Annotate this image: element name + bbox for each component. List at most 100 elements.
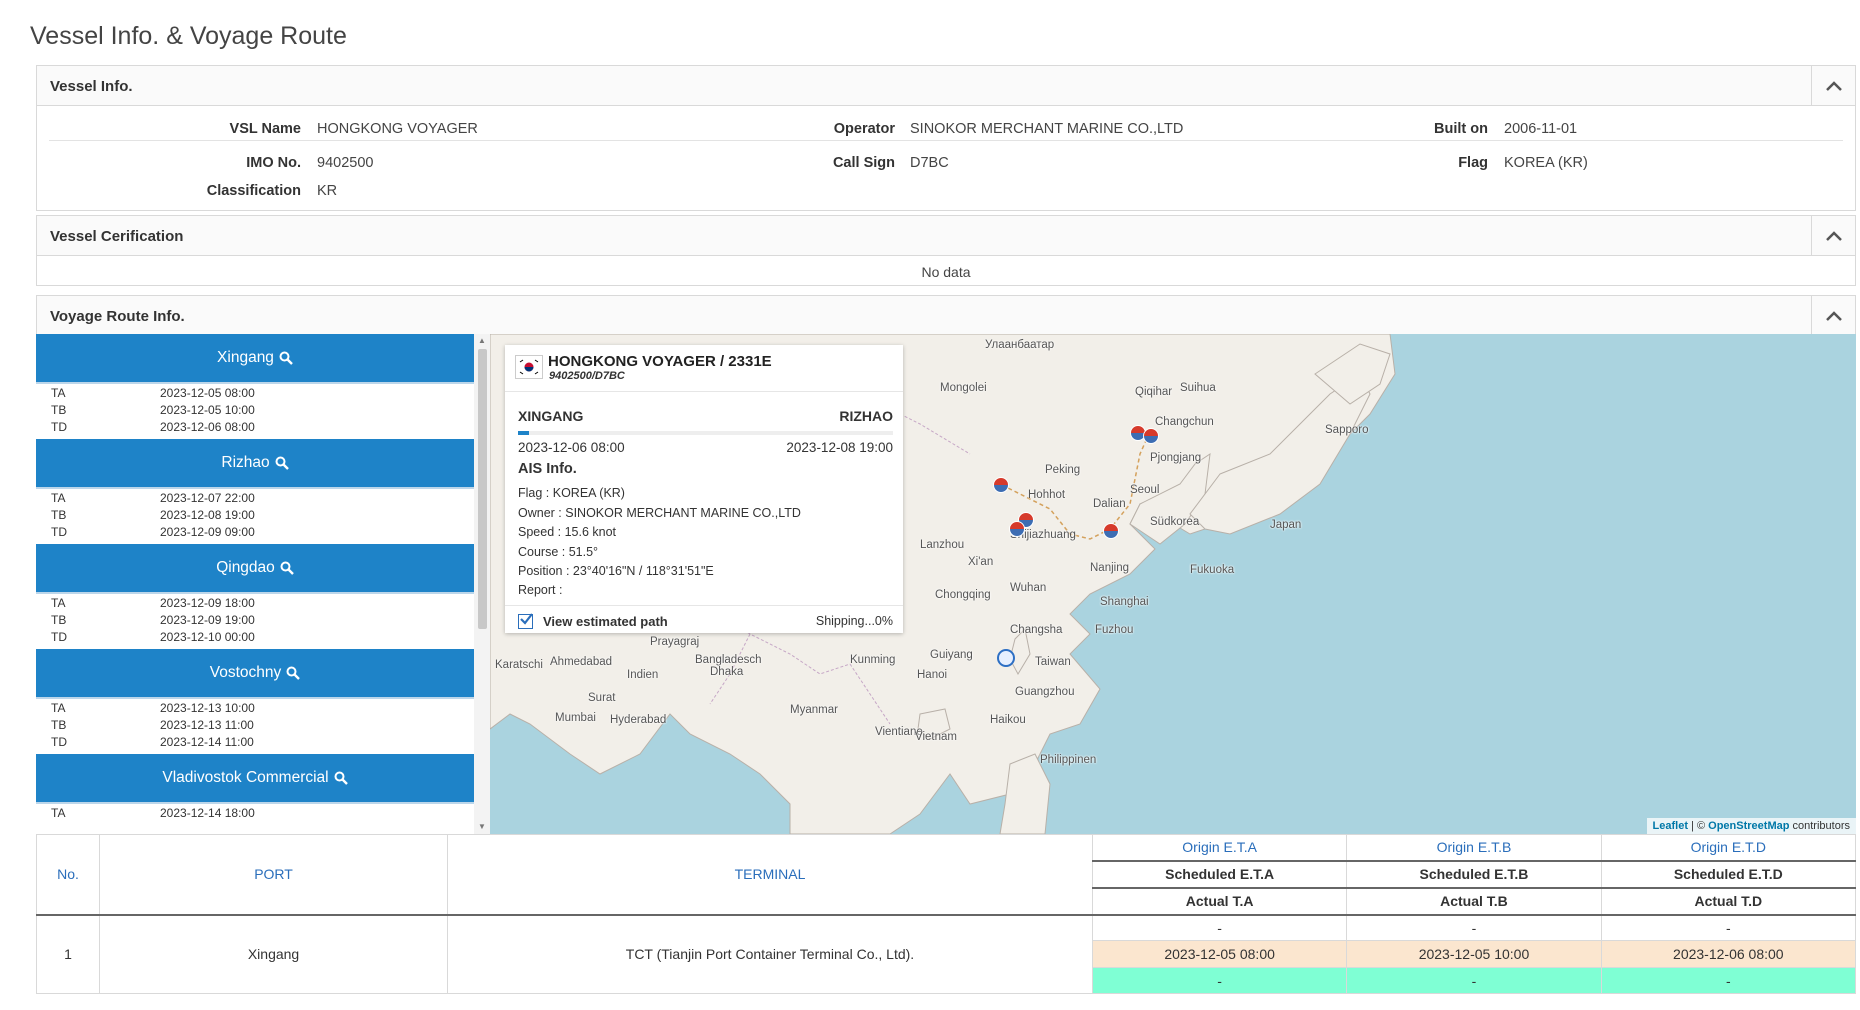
estimated-path-toggle[interactable]: View estimated path	[518, 613, 668, 629]
col-no-header[interactable]: No.	[35, 834, 101, 915]
popup-arrival-time: 2023-12-08 19:00	[786, 440, 893, 455]
voyage-route-header[interactable]: Voyage Route Info.	[37, 296, 1855, 336]
port-header-button[interactable]: Rizhao	[36, 439, 474, 489]
map-place-label: Fuzhou	[1095, 624, 1134, 636]
col-origin-eta-header[interactable]: Origin E.T.A	[1091, 834, 1348, 861]
voyage-progress-bar	[518, 431, 893, 435]
popup-vessel-code: 9402500/D7BC	[549, 370, 625, 382]
map-place-label: Prayagraj	[650, 636, 700, 648]
port-marker-busan[interactable]	[1103, 523, 1119, 539]
divider	[505, 605, 903, 606]
classification-value: KR	[317, 183, 338, 199]
vessel-info-collapse-button[interactable]	[1811, 66, 1855, 106]
vessel-certification-collapse-button[interactable]	[1811, 216, 1855, 256]
origin-etb-value: -	[1346, 913, 1602, 941]
sched-eta-value: 2023-12-05 08:00	[1091, 940, 1348, 968]
search-icon[interactable]	[275, 456, 289, 470]
time-value: 2023-12-13 10:00	[160, 701, 255, 715]
origin-etd-value: -	[1600, 913, 1857, 941]
port-time-row: TA 2023-12-09 18:00	[36, 594, 474, 611]
map-place-label: Chongqing	[935, 589, 991, 601]
port-time-row: TD 2023-12-09 09:00	[36, 523, 474, 540]
route-port-list[interactable]: Xingang TA 2023-12-05 08:00 TB 2023-12-05 10…	[36, 334, 474, 834]
col-port-header[interactable]: PORT	[99, 834, 448, 915]
map-place-label: Hohhot	[1028, 489, 1066, 501]
map-place-label: Seoul	[1130, 484, 1160, 496]
vessel-info-header[interactable]: Vessel Info.	[37, 66, 1855, 106]
port-name: Qingdao	[216, 559, 275, 576]
map-place-label: Fukuoka	[1190, 564, 1235, 576]
vsl-name-label: VSL Name	[229, 121, 301, 137]
time-value: 2023-12-14 11:00	[160, 735, 254, 749]
time-type: TD	[51, 735, 67, 749]
sched-etb-value: 2023-12-05 10:00	[1346, 940, 1602, 968]
map-place-label: Xi'an	[968, 556, 994, 568]
vessel-certification-header[interactable]: Vessel Cerification	[37, 216, 1855, 256]
time-value: 2023-12-09 19:00	[160, 613, 255, 627]
ais-course: Course : 51.5°	[518, 545, 599, 559]
port-header-button[interactable]: Qingdao	[36, 544, 474, 594]
scroll-thumb[interactable]	[478, 349, 487, 629]
ais-owner: Owner : SINOKOR MERCHANT MARINE CO.,LTD	[518, 506, 801, 520]
time-value: 2023-12-09 18:00	[160, 596, 255, 610]
port-time-row: TB 2023-12-05 10:00	[36, 401, 474, 418]
port-time-row: TB 2023-12-09 19:00	[36, 611, 474, 628]
map-place-label: Mumbai	[555, 712, 596, 724]
scroll-up-icon[interactable]: ▲	[477, 337, 487, 345]
popup-departure-time: 2023-12-06 08:00	[518, 440, 625, 455]
time-value: 2023-12-13 11:00	[160, 718, 254, 732]
time-type: TA	[51, 596, 66, 610]
checkbox-checked-icon[interactable]	[518, 613, 533, 629]
actual-ta-value: -	[1091, 967, 1348, 994]
col-origin-etb-header[interactable]: Origin E.T.B	[1346, 834, 1602, 861]
scroll-down-icon[interactable]: ▼	[477, 823, 487, 831]
map-place-label: Bangladesch	[695, 654, 762, 666]
vessel-position-icon[interactable]	[997, 649, 1015, 667]
ais-title: AIS Info.	[518, 461, 577, 477]
map-place-label: Улаанбаатар	[985, 339, 1055, 351]
map-place-label: Dhaka	[710, 666, 744, 678]
attribution-suffix: contributors	[1792, 820, 1850, 832]
time-type: TD	[51, 525, 67, 539]
col-origin-etd-header[interactable]: Origin E.T.D	[1600, 834, 1857, 861]
actual-tb-value: -	[1346, 967, 1602, 994]
port-marker-xingang[interactable]	[993, 477, 1009, 493]
chevron-up-icon	[1825, 81, 1842, 91]
map-place-label: Surat	[588, 692, 616, 704]
osm-link[interactable]: OpenStreetMap	[1708, 820, 1789, 832]
chevron-up-icon	[1825, 311, 1842, 321]
col-actual-tb-header: Actual T.B	[1346, 886, 1602, 915]
search-icon[interactable]	[334, 771, 348, 785]
vessel-popup: HONGKONG VOYAGER / 2331E 9402500/D7BC XI…	[505, 345, 903, 633]
time-value: 2023-12-08 19:00	[160, 508, 255, 522]
port-header-button[interactable]: Xingang	[36, 334, 474, 384]
route-list-scrollbar[interactable]: ▲ ▼	[474, 334, 490, 834]
port-header-button[interactable]: Vostochny	[36, 649, 474, 699]
popup-to-port: RIZHAO	[839, 408, 893, 424]
no-data-text: No data	[921, 264, 971, 280]
voyage-route-collapse-button[interactable]	[1811, 296, 1855, 336]
leaflet-link[interactable]: Leaflet	[1653, 820, 1688, 832]
map-place-label: Philippinen	[1040, 754, 1097, 766]
map-place-label: Shanghai	[1100, 596, 1149, 608]
port-marker-qingdao[interactable]	[1009, 521, 1025, 537]
row-no: 1	[35, 913, 101, 994]
map-place-label: Guangzhou	[1015, 686, 1075, 698]
search-icon[interactable]	[286, 666, 301, 680]
shipping-status: Shipping...0%	[815, 614, 893, 628]
ais-report: Report :	[518, 583, 563, 597]
map-place-label: Peking	[1045, 464, 1081, 476]
actual-td-value: -	[1600, 967, 1857, 994]
time-value: 2023-12-10 00:00	[160, 630, 255, 644]
col-terminal-header[interactable]: TERMINAL	[446, 834, 1093, 915]
search-icon[interactable]	[279, 351, 293, 365]
map-place-label: Haikou	[990, 714, 1026, 726]
built-on-label: Built on	[1434, 121, 1488, 137]
search-icon[interactable]	[280, 561, 294, 575]
time-type: TA	[51, 701, 66, 715]
flag-label: Flag	[1458, 155, 1488, 171]
port-header-button[interactable]: Vladivostok Commercial	[36, 754, 474, 804]
time-value: 2023-12-07 22:00	[160, 491, 255, 505]
port-marker-vladivostok[interactable]	[1143, 428, 1159, 444]
time-value: 2023-12-14 18:00	[160, 806, 255, 820]
